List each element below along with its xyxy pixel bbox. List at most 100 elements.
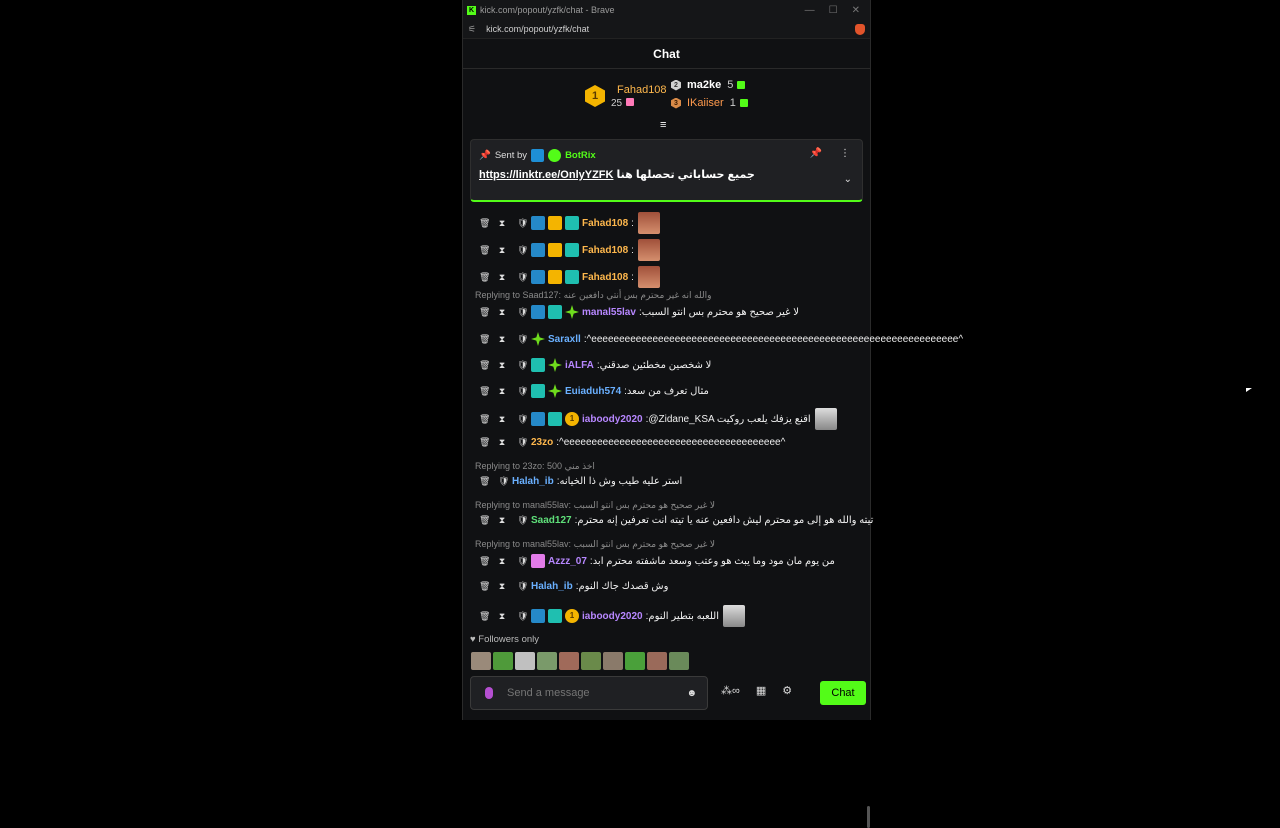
url-text[interactable]: kick.com/popout/yzfk/chat (486, 24, 589, 34)
username[interactable]: Fahad108 (582, 245, 628, 256)
subscriber-badge-icon (565, 243, 579, 257)
collapse-leaderboard-icon[interactable]: ≡ (660, 119, 666, 131)
reply-context[interactable]: Replying to manal55lav: لا غير صحيح هو م… (475, 539, 715, 550)
chevron-down-icon[interactable]: ⌄ (844, 174, 852, 185)
emote-image[interactable] (515, 652, 535, 670)
username[interactable]: Halah_ib (512, 476, 554, 487)
emote-image[interactable] (581, 652, 601, 670)
username[interactable]: iALFA (565, 360, 594, 371)
message-input[interactable] (505, 686, 669, 700)
emote-image[interactable] (669, 652, 689, 670)
more-options-icon[interactable]: ⋮ (840, 148, 850, 159)
reply-context[interactable]: Replying to manal55lav: لا غير صحيح هو م… (475, 500, 715, 511)
ban-icon[interactable]: 🛡 (517, 581, 528, 592)
username[interactable]: Fahad108 (582, 272, 628, 283)
brave-shield-icon[interactable] (855, 23, 865, 35)
kicks-icon[interactable]: ⁂∞ (721, 684, 740, 697)
window-title: kick.com/popout/yzfk/chat - Brave (480, 5, 615, 15)
delete-icon[interactable]: 🗑 (479, 307, 490, 318)
emote-image[interactable] (537, 652, 557, 670)
delete-icon[interactable]: 🗑 (479, 476, 490, 487)
leader-2-name[interactable]: ma2ke (687, 79, 721, 91)
unpin-icon[interactable]: 📌 (810, 148, 822, 159)
ban-icon[interactable]: 🛡 (517, 360, 528, 371)
settings-icon[interactable]: ⚙ (782, 684, 792, 697)
emote-image[interactable] (647, 652, 667, 670)
ban-icon[interactable]: 🛡 (517, 611, 528, 622)
username[interactable]: Azzz_07 (548, 556, 587, 567)
ban-icon[interactable]: 🛡 (517, 515, 528, 526)
store-icon[interactable]: ▦ (756, 684, 766, 697)
delete-icon[interactable]: 🗑 (479, 218, 490, 229)
delete-icon[interactable]: 🗑 (479, 272, 490, 283)
timeout-icon[interactable]: ⧗ (498, 581, 506, 592)
ban-icon[interactable]: 🛡 (517, 556, 528, 567)
delete-icon[interactable]: 🗑 (479, 360, 490, 371)
username[interactable]: manal55lav (582, 307, 636, 318)
username[interactable]: 23zo (531, 437, 553, 448)
reply-context[interactable]: Replying to 23zo: 500 اخذ مني (475, 461, 595, 472)
username[interactable]: iaboody2020 (582, 414, 643, 425)
site-settings-icon[interactable]: ⚟ (468, 24, 476, 35)
ban-icon[interactable]: 🛡 (517, 307, 528, 318)
timeout-icon[interactable]: ⧗ (498, 360, 506, 371)
delete-icon[interactable]: 🗑 (479, 437, 490, 448)
delete-icon[interactable]: 🗑 (479, 386, 490, 397)
username[interactable]: Halah_ib (531, 581, 573, 592)
username[interactable]: Euiaduh574 (565, 386, 621, 397)
timeout-icon[interactable]: ⧗ (498, 334, 506, 345)
timeout-icon[interactable]: ⧗ (498, 272, 506, 283)
ban-icon[interactable]: 🛡 (517, 386, 528, 397)
timeout-icon[interactable]: ⧗ (498, 437, 506, 448)
pinned-link[interactable]: https://linktr.ee/OnlyYZFK (479, 169, 613, 181)
reply-context[interactable]: Replying to Saad127: والله انه غير محترم… (475, 290, 711, 301)
pinned-author[interactable]: BotRix (565, 150, 596, 161)
ban-icon[interactable]: 🛡 (517, 414, 528, 425)
username[interactable]: iaboody2020 (582, 611, 643, 622)
delete-icon[interactable]: 🗑 (479, 556, 490, 567)
maximize-icon[interactable]: ☐ (829, 5, 838, 16)
username[interactable]: Fahad108 (582, 218, 628, 229)
timeout-icon[interactable]: ⧗ (498, 556, 506, 567)
scrollbar[interactable] (867, 806, 870, 828)
timeout-icon[interactable]: ⧗ (498, 307, 506, 318)
og-badge-icon (548, 384, 562, 398)
delete-icon[interactable]: 🗑 (479, 414, 490, 425)
delete-icon[interactable]: 🗑 (479, 334, 490, 345)
pinned-message[interactable]: 📌 Sent by BotRix https://linktr.ee/OnlyY… (470, 139, 863, 202)
timeout-icon[interactable]: ⧗ (498, 611, 506, 622)
message-input-box[interactable]: ☻ (470, 676, 708, 710)
ban-icon[interactable]: 🛡 (517, 334, 528, 345)
send-chat-button[interactable]: Chat (820, 681, 866, 705)
username[interactable]: Saraxll (548, 334, 581, 345)
emote-image[interactable] (625, 652, 645, 670)
emote-image[interactable] (493, 652, 513, 670)
delete-icon[interactable]: 🗑 (479, 515, 490, 526)
timeout-icon[interactable]: ⧗ (498, 245, 506, 256)
delete-icon[interactable]: 🗑 (479, 581, 490, 592)
address-bar[interactable]: ⚟ kick.com/popout/yzfk/chat (463, 20, 870, 39)
timeout-icon[interactable]: ⧗ (498, 386, 506, 397)
timeout-icon[interactable]: ⧗ (498, 515, 506, 526)
delete-icon[interactable]: 🗑 (479, 245, 490, 256)
ban-icon[interactable]: 🛡 (498, 476, 509, 487)
emote-image[interactable] (559, 652, 579, 670)
ban-icon[interactable]: 🛡 (517, 272, 528, 283)
ban-icon[interactable]: 🛡 (517, 218, 528, 229)
minimize-icon[interactable]: — (805, 5, 815, 16)
emoji-icon[interactable]: ☻ (686, 688, 697, 699)
ban-icon[interactable]: 🛡 (517, 437, 528, 448)
timeout-icon[interactable]: ⧗ (498, 414, 506, 425)
leader-3-name[interactable]: IKaiiser (687, 97, 724, 109)
ban-icon[interactable]: 🛡 (517, 245, 528, 256)
delete-icon[interactable]: 🗑 (479, 611, 490, 622)
chat-messages[interactable]: 🗑 ⧗ 🛡 Fahad108: 🗑 ⧗ 🛡 Fahad108: 🗑 ⧗ 🛡 Fahad108… (463, 208, 963, 828)
emote-image[interactable] (603, 652, 623, 670)
timeout-icon[interactable]: ⧗ (498, 218, 506, 229)
leader-1-name[interactable]: Fahad108 (617, 83, 667, 98)
username[interactable]: Saad127 (531, 515, 572, 526)
microphone-icon[interactable] (485, 687, 493, 699)
close-icon[interactable]: ✕ (852, 5, 860, 16)
emote-image[interactable] (471, 652, 491, 670)
emote-bar[interactable] (471, 652, 691, 670)
